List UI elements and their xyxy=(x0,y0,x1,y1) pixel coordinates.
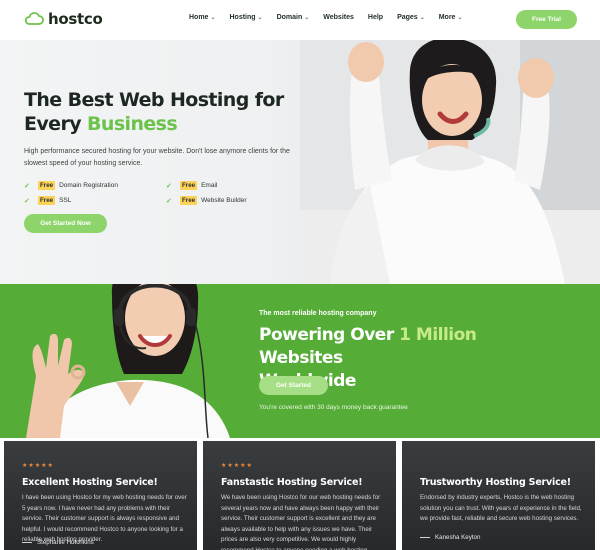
author-dash xyxy=(22,542,32,543)
hero-title: The Best Web Hosting for Every Business xyxy=(24,88,284,136)
hero-woman-image xyxy=(300,40,600,284)
main-menu: Home ⌄ Hosting ⌄ Domain ⌄ Websites Help Pag… xyxy=(189,14,476,21)
check-icon: ✓ xyxy=(24,197,30,205)
rating-stars: ★★★★★ xyxy=(22,463,54,469)
band-title-a: Powering Over xyxy=(259,325,394,345)
hero-title-line1: The Best Web Hosting for xyxy=(24,89,284,111)
testimonial-title: Trustworthy Hosting Service! xyxy=(420,477,571,488)
logo-text: hostco xyxy=(48,10,103,28)
testimonial-title: Fanstastic Hosting Service! xyxy=(221,477,363,488)
money-back-note: You're covered with 30 days money back g… xyxy=(259,404,408,411)
band-title-highlight: 1 Million xyxy=(399,325,477,345)
check-icon: ✓ xyxy=(166,197,172,205)
testimonial-body: Endorsed by industry experts, Hostco is … xyxy=(420,494,582,522)
nav-item-more[interactable]: More ⌄ xyxy=(439,14,463,21)
nav-item-websites[interactable]: Websites xyxy=(323,14,354,21)
support-agent-image xyxy=(26,284,230,438)
author-name: Stephanie Hutchkins xyxy=(37,539,94,546)
free-badge: Free xyxy=(180,196,198,205)
chevron-down-icon: ⌄ xyxy=(210,15,216,21)
free-trial-button[interactable]: Free Trial xyxy=(516,10,577,29)
chevron-down-icon: ⌄ xyxy=(457,15,463,21)
chevron-down-icon: ⌄ xyxy=(419,15,425,21)
testimonial-author: Kanesha Keyton xyxy=(420,534,480,541)
cloud-logo-icon xyxy=(24,12,44,25)
feature-item: ✓ Free SSL xyxy=(24,196,166,205)
check-icon: ✓ xyxy=(24,182,30,190)
rating-stars: ★★★★★ xyxy=(221,463,253,469)
nav-item-hosting[interactable]: Hosting ⌄ xyxy=(229,14,262,21)
testimonial-body: We have been using Hostco for our web ho… xyxy=(221,494,381,550)
free-badge: Free xyxy=(38,181,56,190)
chevron-down-icon: ⌄ xyxy=(257,15,263,21)
nav-item-label: More xyxy=(438,14,456,21)
feature-item: ✓ Free Domain Registration xyxy=(24,181,166,190)
nav-item-label: Help xyxy=(367,14,384,21)
promo-band: The most reliable hosting company Poweri… xyxy=(0,284,600,438)
nav-item-help[interactable]: Help xyxy=(368,14,383,21)
author-name: Kanesha Keyton xyxy=(435,534,481,541)
feature-label: Email xyxy=(201,182,218,189)
testimonial-title: Excellent Hosting Service! xyxy=(22,477,158,488)
nav-item-home[interactable]: Home ⌄ xyxy=(189,14,215,21)
nav-item-label: Home xyxy=(189,14,209,21)
testimonial-card: Trustworthy Hosting Service! Endorsed by… xyxy=(402,441,595,550)
free-badge: Free xyxy=(180,181,198,190)
nav-item-label: Domain xyxy=(276,14,303,21)
top-navigation: hostco Home ⌄ Hosting ⌄ Domain ⌄ Websites H… xyxy=(0,0,600,40)
get-started-now-button[interactable]: Get Started Now xyxy=(24,214,107,233)
testimonial-card: ★★★★★ Excellent Hosting Service! I have … xyxy=(4,441,197,550)
nav-item-pages[interactable]: Pages ⌄ xyxy=(397,14,425,21)
feature-list: ✓ Free Domain Registration ✓ Free Email … xyxy=(24,181,284,205)
nav-item-label: Hosting xyxy=(229,14,256,21)
testimonial-card: ★★★★★ Fanstastic Hosting Service! We hav… xyxy=(203,441,396,550)
band-kicker: The most reliable hosting company xyxy=(259,310,377,317)
author-dash xyxy=(420,537,430,538)
band-title-b: Websites xyxy=(259,348,343,368)
feature-item: ✓ Free Website Builder xyxy=(166,196,284,205)
feature-label: Domain Registration xyxy=(59,182,118,189)
check-icon: ✓ xyxy=(166,182,172,190)
feature-label: Website Builder xyxy=(201,197,247,204)
chevron-down-icon: ⌄ xyxy=(304,15,310,21)
hero-title-plain: Every xyxy=(24,113,82,135)
logo[interactable]: hostco xyxy=(24,10,103,28)
get-started-button[interactable]: Get Started xyxy=(259,376,328,395)
testimonials-section: ★★★★★ Excellent Hosting Service! I have … xyxy=(0,438,600,550)
hero-subtitle: High performance secured hosting for you… xyxy=(24,148,290,167)
testimonial-author: Stephanie Hutchkins xyxy=(22,539,94,546)
nav-item-domain[interactable]: Domain ⌄ xyxy=(277,14,310,21)
hero-title-accent: Business xyxy=(87,113,178,135)
feature-label: SSL xyxy=(59,197,72,204)
testimonial-body: I have been using Hostco for my web host… xyxy=(22,494,187,543)
feature-item: ✓ Free Email xyxy=(166,181,284,190)
hero-section: The Best Web Hosting for Every Business … xyxy=(0,40,600,284)
nav-item-label: Pages xyxy=(397,14,418,21)
free-badge: Free xyxy=(38,196,56,205)
nav-item-label: Websites xyxy=(323,14,354,21)
